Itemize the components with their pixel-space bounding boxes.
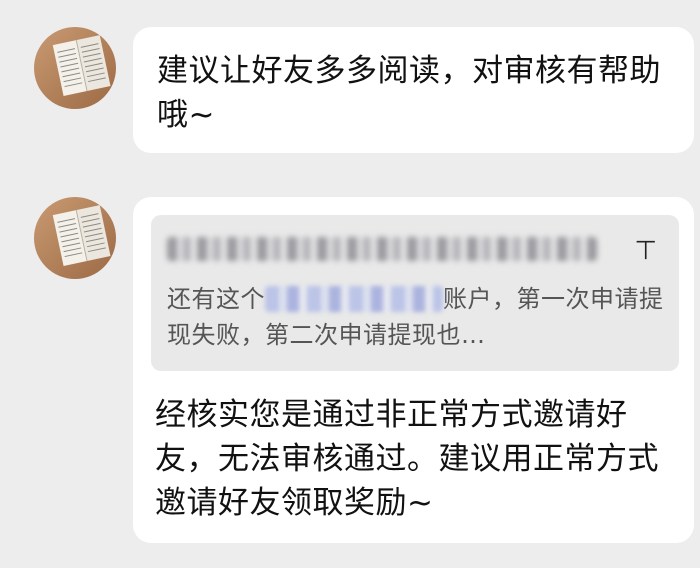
quoted-text: 还有这个 账户，第一次申请提现失败，第二次申请提现也… (167, 281, 667, 353)
pin-top-icon[interactable]: ⊤ (634, 237, 657, 265)
message-text: 经核实您是通过非正常方式邀请好友，无法审核通过。建议用正常方式邀请好友领取奖励~ (155, 397, 659, 521)
avatar[interactable] (34, 197, 116, 279)
quoted-sender-name-redacted (167, 237, 597, 261)
message-bubble[interactable]: 建议让好友多多阅读，对审核有帮助哦~ (133, 27, 694, 153)
book-photo-avatar-icon (34, 197, 116, 279)
message-bubble[interactable]: ⊤ 还有这个 账户，第一次申请提现失败，第二次申请提现也… 经核实您是通过非正常方… (133, 197, 694, 543)
quoted-message[interactable]: ⊤ 还有这个 账户，第一次申请提现失败，第二次申请提现也… (151, 215, 679, 371)
redacted-account (265, 286, 443, 312)
avatar[interactable] (34, 27, 116, 109)
message-text: 建议让好友多多阅读，对审核有帮助哦~ (157, 53, 661, 133)
quoted-text-before: 还有这个 (167, 285, 265, 313)
book-photo-avatar-icon (34, 27, 116, 109)
chat-view: 建议让好友多多阅读，对审核有帮助哦~ ⊤ 还有这个 账户，第一次申请提现失败，第… (0, 0, 700, 568)
